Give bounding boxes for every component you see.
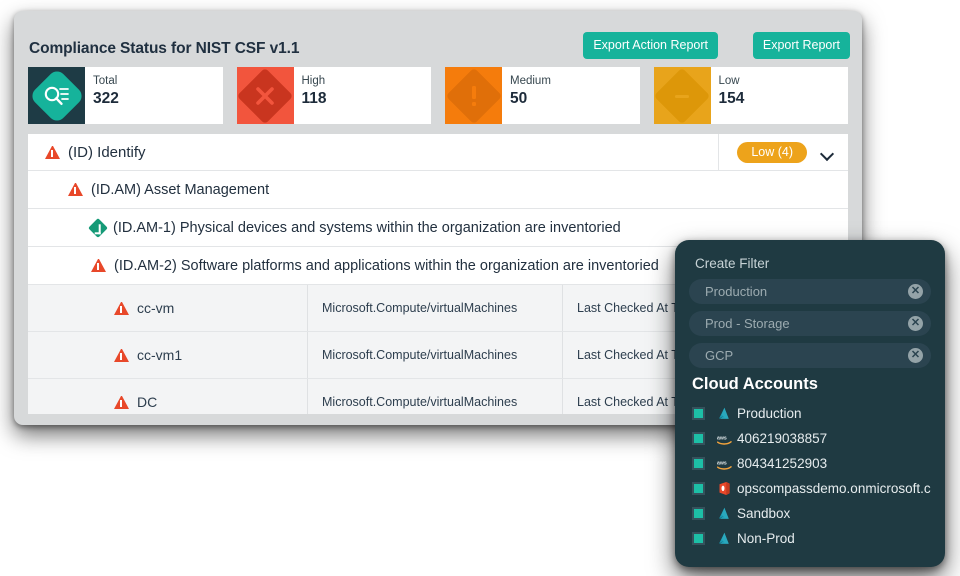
exclamation-icon xyxy=(445,67,502,124)
status-badge[interactable]: Low (4) xyxy=(737,142,807,163)
export-action-report-button[interactable]: Export Action Report xyxy=(583,32,718,59)
list-item[interactable]: aws 406219038857 xyxy=(689,426,931,451)
search-list-icon xyxy=(28,67,85,124)
list-item[interactable]: aws 804341252903 xyxy=(689,451,931,476)
page-title: Compliance Status for NIST CSF v1.1 xyxy=(29,40,299,58)
account-label: Non-Prod xyxy=(737,531,795,546)
stat-card-low[interactable]: Low154 xyxy=(654,67,849,124)
dash-icon xyxy=(654,67,711,124)
o365-icon xyxy=(716,481,732,496)
stat-text: Total322 xyxy=(85,67,223,124)
filter-pill-label: Production xyxy=(705,284,767,299)
warning-triangle-icon xyxy=(114,396,129,409)
filter-panel-title: Create Filter xyxy=(695,256,931,271)
stat-label: High xyxy=(302,74,432,88)
resource-type-cell: Microsoft.Compute/virtualMachines xyxy=(308,379,563,414)
remove-circle-icon[interactable]: ✕ xyxy=(908,316,923,331)
warning-triangle-icon xyxy=(68,183,83,196)
aws-icon: aws xyxy=(716,433,732,445)
account-label: 804341252903 xyxy=(737,456,827,471)
resource-name: DC xyxy=(137,394,157,410)
azure-icon xyxy=(716,532,732,545)
list-item[interactable]: Sandbox xyxy=(689,501,931,526)
list-row-category[interactable]: (ID.AM) Asset Management xyxy=(28,171,848,209)
stat-value: 118 xyxy=(302,89,432,109)
resource-name-cell: cc-vm1 xyxy=(28,332,308,378)
account-checkbox[interactable] xyxy=(692,507,705,520)
resource-name: cc-vm1 xyxy=(137,347,182,363)
screenshot-stage: Compliance Status for NIST CSF v1.1 Expo… xyxy=(0,0,960,576)
account-label: 406219038857 xyxy=(737,431,827,446)
list-row-function[interactable]: (ID) Identify Low (4) xyxy=(28,134,848,171)
stat-value: 50 xyxy=(510,89,640,109)
filter-pill-label: GCP xyxy=(705,348,733,363)
account-label: opscompassdemo.onmicrosoft.co xyxy=(737,481,931,496)
resource-type-cell: Microsoft.Compute/virtualMachines xyxy=(308,285,563,331)
warning-triangle-icon xyxy=(45,146,60,159)
stat-card-high[interactable]: High118 xyxy=(237,67,432,124)
remove-circle-icon[interactable]: ✕ xyxy=(908,284,923,299)
stat-value: 154 xyxy=(719,89,849,109)
stat-label: Total xyxy=(93,74,223,88)
list-item[interactable]: Non-Prod xyxy=(689,526,931,551)
stat-value: 322 xyxy=(93,89,223,109)
resource-name: cc-vm xyxy=(137,300,174,316)
account-label: Sandbox xyxy=(737,506,790,521)
active-filter-pills: Production ✕ Prod - Storage ✕ GCP ✕ xyxy=(689,279,931,368)
chevron-down-icon[interactable] xyxy=(821,149,834,157)
resource-name-cell: cc-vm xyxy=(28,285,308,331)
account-checkbox[interactable] xyxy=(692,457,705,470)
x-mark-icon xyxy=(237,67,294,124)
warning-triangle-icon xyxy=(91,259,106,272)
warning-triangle-icon xyxy=(114,302,129,315)
svg-text:aws: aws xyxy=(717,435,727,441)
stat-text: Medium50 xyxy=(502,67,640,124)
severity-summary-row: Total322 High118 Medium50 Low154 xyxy=(14,67,862,126)
card-header: Compliance Status for NIST CSF v1.1 Expo… xyxy=(14,11,862,67)
subcategory-row-label: (ID.AM-1) Physical devices and systems w… xyxy=(113,220,621,236)
export-report-button[interactable]: Export Report xyxy=(753,32,850,59)
svg-text:aws: aws xyxy=(717,460,727,466)
filter-pill[interactable]: Prod - Storage ✕ xyxy=(689,311,931,336)
stat-text: High118 xyxy=(294,67,432,124)
function-row-controls: Low (4) xyxy=(718,134,848,171)
create-filter-panel: Create Filter Production ✕ Prod - Storage ✕… xyxy=(675,240,945,567)
stat-card-medium[interactable]: Medium50 xyxy=(445,67,640,124)
stat-text: Low154 xyxy=(711,67,849,124)
category-row-label: (ID.AM) Asset Management xyxy=(91,182,269,198)
azure-icon xyxy=(716,407,732,420)
account-label: Production xyxy=(737,406,802,421)
resource-type-cell: Microsoft.Compute/virtualMachines xyxy=(308,332,563,378)
list-item[interactable]: Production xyxy=(689,401,931,426)
list-item[interactable]: opscompassdemo.onmicrosoft.co xyxy=(689,476,931,501)
stat-label: Low xyxy=(719,74,849,88)
account-checkbox[interactable] xyxy=(692,432,705,445)
account-checkbox[interactable] xyxy=(692,482,705,495)
remove-circle-icon[interactable]: ✕ xyxy=(908,348,923,363)
check-diamond-icon xyxy=(88,218,108,238)
filter-pill[interactable]: Production ✕ xyxy=(689,279,931,304)
azure-icon xyxy=(716,507,732,520)
account-checkbox[interactable] xyxy=(692,407,705,420)
warning-triangle-icon xyxy=(114,349,129,362)
subcategory-row-label: (ID.AM-2) Software platforms and applica… xyxy=(114,258,659,274)
filter-pill[interactable]: GCP ✕ xyxy=(689,343,931,368)
cloud-accounts-list: Production aws 406219038857 aws 804341252903… xyxy=(689,401,931,551)
function-row-label: (ID) Identify xyxy=(68,144,146,161)
resource-name-cell: DC xyxy=(28,379,308,414)
aws-icon: aws xyxy=(716,458,732,470)
stat-card-total[interactable]: Total322 xyxy=(28,67,223,124)
filter-pill-label: Prod - Storage xyxy=(705,316,790,331)
cloud-accounts-heading: Cloud Accounts xyxy=(692,375,931,394)
account-checkbox[interactable] xyxy=(692,532,705,545)
stat-label: Medium xyxy=(510,74,640,88)
